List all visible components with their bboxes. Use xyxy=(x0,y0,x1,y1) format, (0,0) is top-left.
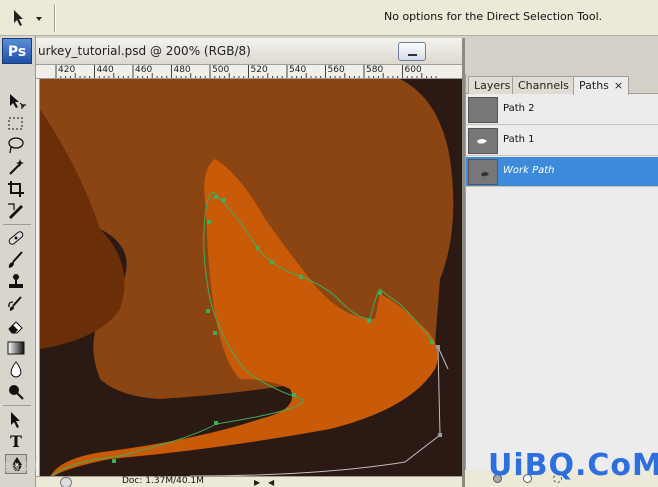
options-separator xyxy=(54,4,56,32)
path-2-label: Path 2 xyxy=(503,103,535,114)
panel-tabs: Layers Channels Paths × xyxy=(466,74,658,95)
blur-icon[interactable] xyxy=(5,360,27,380)
image-canvas[interactable] xyxy=(40,79,462,476)
path-2-thumbnail xyxy=(468,97,498,123)
path-row-path-1[interactable]: Path 1 xyxy=(466,126,658,156)
status-arrow-icon[interactable]: ▶ xyxy=(254,478,260,487)
marquee-icon[interactable] xyxy=(5,114,27,134)
ruler-label: 420 xyxy=(58,65,76,75)
eraser-icon[interactable] xyxy=(5,316,27,336)
document-titlebar[interactable]: urkey_tutorial.psd @ 200% (RGB/8) xyxy=(36,38,462,65)
ruler-label: 580 xyxy=(366,65,384,75)
path-selection-icon[interactable] xyxy=(5,410,27,430)
lasso-icon[interactable] xyxy=(5,135,27,155)
paths-panel: Layers Channels Paths × Path 2 Path 1 Wor… xyxy=(465,74,658,487)
tool-separator xyxy=(3,405,31,406)
photoshop-window: No options for the Direct Selection Tool… xyxy=(0,0,658,487)
brush-icon[interactable] xyxy=(5,250,27,270)
ruler-label: 520 xyxy=(250,65,268,75)
scroll-left-icon[interactable]: ◀ xyxy=(268,478,274,487)
path-row-path-2[interactable]: Path 2 xyxy=(466,95,658,125)
ruler-label: 480 xyxy=(173,65,191,75)
work-path-label: Work Path xyxy=(503,165,555,176)
type-icon[interactable]: T xyxy=(5,432,27,452)
ruler-label: 460 xyxy=(135,65,153,75)
path-row-work-path[interactable]: Work Path xyxy=(466,157,658,187)
zoom-navigator-icon[interactable] xyxy=(60,477,72,487)
path-1-thumbnail xyxy=(468,128,498,154)
gradient-icon[interactable] xyxy=(5,338,27,358)
tab-layers-label: Layers xyxy=(474,79,511,92)
options-bar: No options for the Direct Selection Tool… xyxy=(0,0,658,36)
ruler-label: 500 xyxy=(212,65,230,75)
magic-wand-icon[interactable] xyxy=(5,157,27,177)
ruler-label: 600 xyxy=(404,65,422,75)
work-path-thumbnail xyxy=(468,159,498,185)
ruler-label: 540 xyxy=(289,65,307,75)
tab-paths-label: Paths xyxy=(579,79,609,92)
photoshop-logo: Ps xyxy=(2,38,32,64)
ruler-label: 560 xyxy=(327,65,345,75)
move-icon[interactable] xyxy=(5,92,27,112)
horizontal-ruler: 420 440 460 480 500 520 540 560 580 600 xyxy=(36,65,462,79)
tab-channels[interactable]: Channels xyxy=(512,76,575,94)
healing-brush-icon[interactable] xyxy=(5,228,27,248)
clone-stamp-icon[interactable] xyxy=(5,272,27,292)
minimize-button[interactable] xyxy=(398,42,426,61)
tool-separator xyxy=(3,224,31,225)
options-text: No options for the Direct Selection Tool… xyxy=(384,10,603,23)
type-tool-label: T xyxy=(10,432,22,451)
path-1-label: Path 1 xyxy=(503,134,535,145)
direct-selection-arrow-icon[interactable] xyxy=(10,8,46,28)
slice-icon[interactable] xyxy=(5,201,27,221)
dodge-icon[interactable] xyxy=(5,382,27,402)
document-window: urkey_tutorial.psd @ 200% (RGB/8) 420 440… xyxy=(36,38,462,487)
brand-watermark: UiBQ.CoM xyxy=(488,448,658,483)
document-title: urkey_tutorial.psd @ 200% (RGB/8) xyxy=(38,44,251,58)
tab-layers[interactable]: Layers xyxy=(468,76,517,94)
tab-paths[interactable]: Paths × xyxy=(573,76,630,95)
artwork-svg xyxy=(40,79,462,476)
tab-channels-label: Channels xyxy=(518,79,569,92)
ruler-label: 440 xyxy=(96,65,114,75)
crop-icon[interactable] xyxy=(5,179,27,199)
toolbox: Ps T 思缘设计论坛 xyxy=(0,36,158,487)
document-info: Doc: 1.37M/40.1M xyxy=(122,476,204,486)
history-brush-icon[interactable] xyxy=(5,294,27,314)
close-icon[interactable]: × xyxy=(614,79,623,92)
status-bar: Doc: 1.37M/40.1M ▶ ◀ xyxy=(36,476,462,487)
